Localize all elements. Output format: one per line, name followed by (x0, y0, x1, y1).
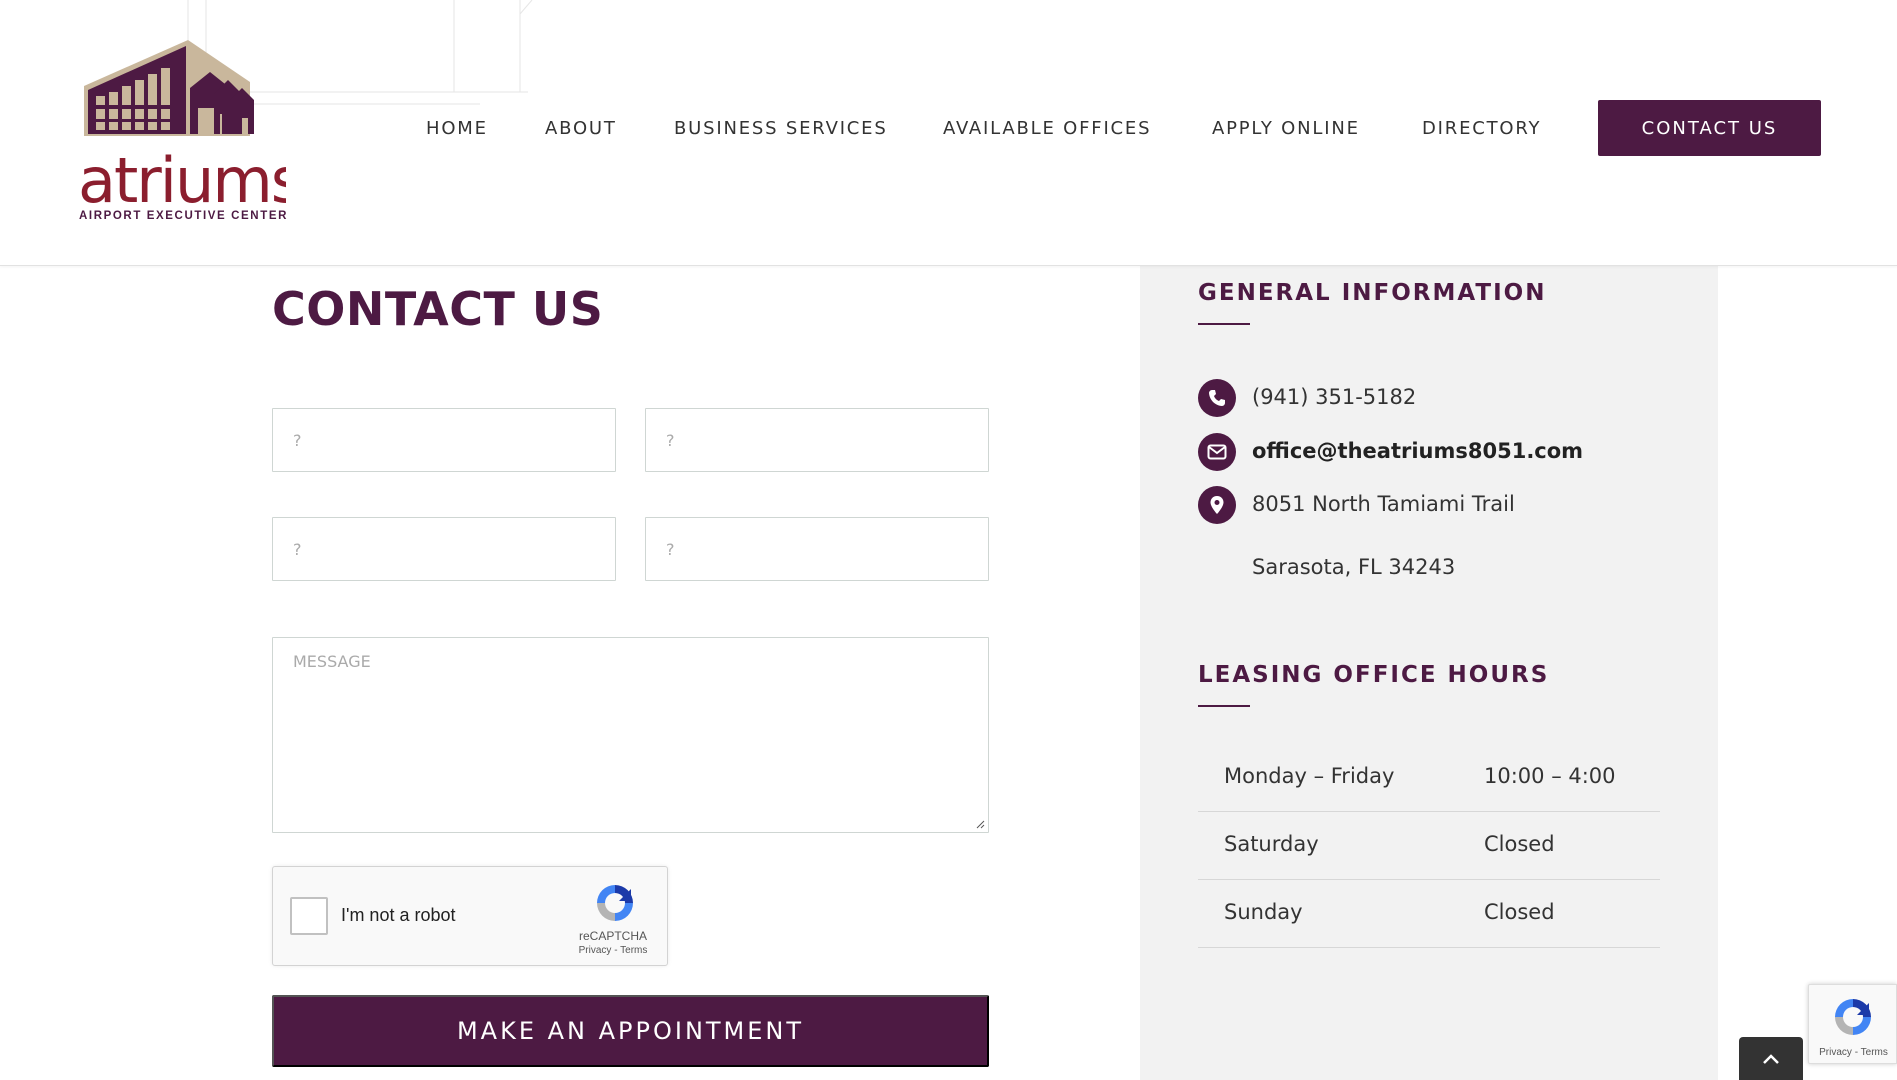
recaptcha-label: I'm not a robot (341, 905, 456, 925)
info-sidebar: GENERAL INFORMATION (941) 351-5182 offic… (1140, 266, 1718, 1080)
recaptcha-links[interactable]: Privacy - Terms (563, 945, 663, 956)
form-field-2[interactable]: ? (645, 408, 989, 472)
field-placeholder: ? (293, 540, 302, 559)
page-title: CONTACT US (272, 282, 604, 336)
nav-directory[interactable]: DIRECTORY (1422, 118, 1541, 139)
address-line-2: Sarasota, FL 34243 (1252, 555, 1456, 579)
hours-day: Sunday (1224, 900, 1303, 924)
nav-about[interactable]: ABOUT (545, 118, 617, 139)
phone-icon (1198, 379, 1236, 417)
hours-row: Sunday Closed (1198, 880, 1660, 948)
message-placeholder: MESSAGE (293, 652, 371, 671)
hours-row: Monday – Friday 10:00 – 4:00 (1198, 744, 1660, 812)
make-appointment-button[interactable]: MAKE AN APPOINTMENT (272, 995, 989, 1067)
hours-day: Saturday (1224, 832, 1319, 856)
chevron-up-icon (1763, 1053, 1779, 1064)
nav-available-offices[interactable]: AVAILABLE OFFICES (943, 118, 1151, 139)
hours-row: Saturday Closed (1198, 812, 1660, 880)
recaptcha-brand: reCAPTCHA (578, 929, 647, 943)
general-info-heading: GENERAL INFORMATION (1198, 280, 1547, 306)
hours-time: Closed (1484, 900, 1555, 924)
atriums-logo-icon: atriums (78, 40, 303, 217)
address-line-1: 8051 North Tamiami Trail (1252, 492, 1515, 516)
recaptcha-checkbox[interactable] (290, 897, 328, 935)
site-header: atriums AIRPORT EXECUTIVE CENTER HOME AB… (0, 0, 1897, 266)
field-placeholder: ? (666, 431, 675, 450)
message-textarea[interactable]: MESSAGE (272, 637, 989, 833)
recaptcha-badge-links[interactable]: Privacy - Terms (1809, 1047, 1897, 1058)
recaptcha-widget: I'm not a robot reCAPTCHA Privacy - Term… (272, 866, 668, 966)
hours-time: Closed (1484, 832, 1555, 856)
field-placeholder: ? (666, 540, 675, 559)
hours-heading: LEASING OFFICE HOURS (1198, 662, 1550, 688)
scroll-to-top-button[interactable] (1739, 1037, 1803, 1080)
form-field-4[interactable]: ? (645, 517, 989, 581)
svg-text:atriums: atriums (78, 144, 286, 206)
site-logo[interactable]: atriums AIRPORT EXECUTIVE CENTER (78, 36, 303, 228)
logo-subtitle: AIRPORT EXECUTIVE CENTER (79, 210, 289, 222)
nav-business-services[interactable]: BUSINESS SERVICES (674, 118, 888, 139)
heading-underline (1198, 323, 1250, 325)
email-link[interactable]: office@theatriums8051.com (1252, 439, 1583, 463)
recaptcha-badge[interactable]: Privacy - Terms (1808, 984, 1897, 1064)
nav-home[interactable]: HOME (426, 118, 488, 139)
map-pin-icon (1198, 486, 1236, 524)
form-field-1[interactable]: ? (272, 408, 616, 472)
nav-contact-us-button[interactable]: CONTACT US (1598, 100, 1821, 156)
hours-table: Monday – Friday 10:00 – 4:00 Saturday Cl… (1198, 744, 1660, 948)
nav-apply-online[interactable]: APPLY ONLINE (1212, 118, 1360, 139)
resize-grip-icon[interactable] (975, 819, 985, 829)
recaptcha-icon (597, 885, 633, 921)
hours-time: 10:00 – 4:00 (1484, 764, 1616, 788)
recaptcha-icon (1835, 999, 1871, 1035)
hours-day: Monday – Friday (1224, 764, 1395, 788)
envelope-icon (1198, 433, 1236, 471)
phone-number[interactable]: (941) 351-5182 (1252, 385, 1416, 409)
form-field-3[interactable]: ? (272, 517, 616, 581)
heading-underline (1198, 705, 1250, 707)
field-placeholder: ? (293, 431, 302, 450)
